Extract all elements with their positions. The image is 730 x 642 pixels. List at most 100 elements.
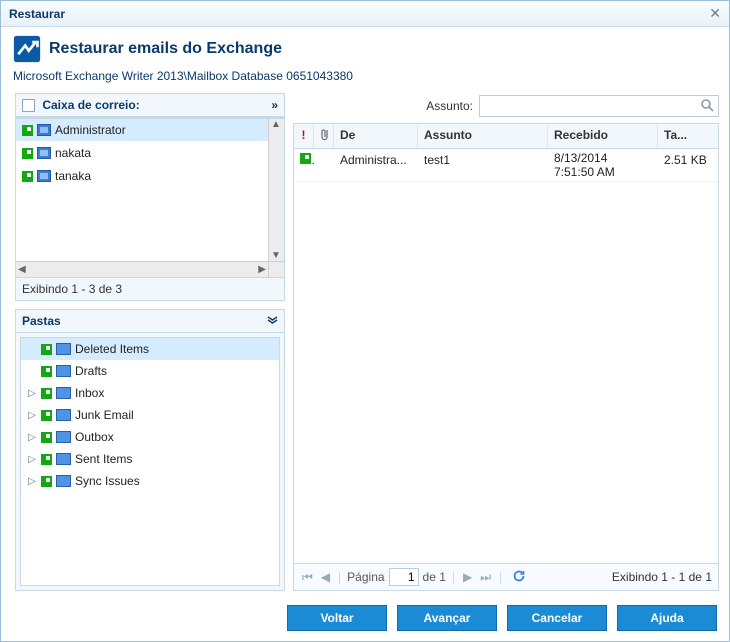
- col-attach[interactable]: [314, 124, 334, 148]
- cell-from: Administra...: [334, 149, 418, 181]
- search-label: Assunto:: [293, 99, 473, 113]
- title-bar: Restaurar ✕: [1, 1, 729, 27]
- mailbox-item-label: nakata: [55, 146, 91, 160]
- expand-tree-icon[interactable]: ▷: [27, 410, 37, 421]
- cancel-button[interactable]: Cancelar: [507, 605, 607, 631]
- search-icon[interactable]: [700, 98, 714, 115]
- folder-item-label: Inbox: [75, 386, 104, 400]
- cell-flag: [294, 149, 314, 181]
- search-input[interactable]: [484, 98, 700, 114]
- col-subject[interactable]: Assunto: [418, 124, 548, 148]
- last-page-icon[interactable]: ⏭: [478, 570, 493, 585]
- mailbox-expand-icon[interactable]: »: [271, 98, 278, 112]
- status-square-icon: [41, 432, 52, 443]
- mailbox-select-all-checkbox[interactable]: [22, 99, 35, 112]
- header-block: Restaurar emails do Exchange Microsoft E…: [1, 27, 729, 89]
- paging-status: Exibindo 1 - 1 de 1: [612, 570, 712, 584]
- status-square-icon: [300, 153, 311, 164]
- mailbox-panel-header: Caixa de correio: »: [16, 94, 284, 117]
- status-square-icon: [41, 366, 52, 377]
- col-size[interactable]: Ta...: [658, 124, 718, 148]
- expand-tree-icon[interactable]: ▷: [27, 388, 37, 399]
- folder-item-label: Outbox: [75, 430, 114, 444]
- status-square-icon: [41, 410, 52, 421]
- first-page-icon[interactable]: ⏮: [300, 570, 315, 585]
- body: Caixa de correio: » Administrator nakata t…: [1, 89, 729, 595]
- mailbox-icon: [37, 147, 51, 159]
- folder-item[interactable]: Deleted Items: [21, 338, 279, 360]
- next-button[interactable]: Avançar: [397, 605, 497, 631]
- folder-item[interactable]: Drafts: [21, 360, 279, 382]
- close-icon[interactable]: ✕: [709, 5, 721, 22]
- folder-item[interactable]: ▷ Inbox: [21, 382, 279, 404]
- search-row: Assunto:: [293, 93, 719, 123]
- folder-icon: [56, 365, 71, 377]
- horizontal-scrollbar[interactable]: ◀▶: [16, 261, 268, 277]
- table-row[interactable]: Administra...test18/13/20147:51:50 AM2.5…: [294, 149, 718, 182]
- grid-body: Administra...test18/13/20147:51:50 AM2.5…: [294, 149, 718, 563]
- status-square-icon: [41, 476, 52, 487]
- paging-controls: ⏮ ◀ | Página de 1 | ▶ ⏭ |: [300, 568, 530, 586]
- page-of-label: de 1: [423, 570, 446, 584]
- cell-received: 8/13/20147:51:50 AM: [548, 149, 658, 181]
- mailbox-item[interactable]: nakata: [16, 142, 268, 165]
- page-label: Página: [347, 570, 384, 584]
- mailbox-status: Exibindo 1 - 3 de 3: [15, 278, 285, 301]
- mailbox-item[interactable]: Administrator: [16, 119, 268, 142]
- expand-tree-icon[interactable]: ▷: [27, 454, 37, 465]
- mailbox-panel: Caixa de correio: »: [15, 93, 285, 118]
- col-from[interactable]: De: [334, 124, 418, 148]
- page-input[interactable]: [389, 568, 419, 586]
- folder-icon: [56, 453, 71, 465]
- grid-header: ! De Assunto Recebido Ta...: [294, 124, 718, 149]
- status-square-icon: [41, 388, 52, 399]
- back-button[interactable]: Voltar: [287, 605, 387, 631]
- refresh-icon[interactable]: [508, 569, 530, 586]
- restore-dialog: Restaurar ✕ Restaurar emails do Exchange…: [0, 0, 730, 642]
- footer: Voltar Avançar Cancelar Ajuda: [1, 595, 729, 641]
- mailbox-icon: [37, 124, 51, 136]
- search-box[interactable]: [479, 95, 719, 117]
- importance-icon: !: [302, 128, 306, 142]
- mailbox-item[interactable]: tanaka: [16, 165, 268, 188]
- page-heading: Restaurar emails do Exchange: [49, 40, 282, 58]
- scroll-corner: [268, 261, 284, 277]
- status-square-icon: [22, 125, 33, 136]
- folder-item[interactable]: ▷Junk Email: [21, 404, 279, 426]
- folder-icon: [56, 475, 71, 487]
- status-square-icon: [41, 344, 52, 355]
- folder-icon: [56, 387, 71, 399]
- mailbox-panel-label: Caixa de correio:: [22, 98, 140, 112]
- expand-tree-icon[interactable]: ▷: [27, 432, 37, 443]
- folders-collapse-icon[interactable]: [267, 314, 278, 328]
- folders-panel-label: Pastas: [22, 314, 61, 328]
- paging-bar: ⏮ ◀ | Página de 1 | ▶ ⏭ | Exibindo 1 - 1…: [293, 564, 719, 591]
- status-square-icon: [41, 454, 52, 465]
- folder-item[interactable]: ▷ Sync Issues: [21, 470, 279, 492]
- folder-item-label: Drafts: [75, 364, 107, 378]
- attachment-icon: [320, 130, 331, 144]
- mailbox-item-label: tanaka: [55, 169, 91, 183]
- vertical-scrollbar[interactable]: [268, 119, 284, 261]
- col-flag[interactable]: !: [294, 124, 314, 148]
- exchange-restore-icon: [13, 35, 41, 63]
- folder-icon: [56, 343, 71, 355]
- folder-item-label: Deleted Items: [75, 342, 149, 356]
- help-button[interactable]: Ajuda: [617, 605, 717, 631]
- folder-icon: [56, 409, 71, 421]
- mailbox-icon: [37, 170, 51, 182]
- folder-item[interactable]: ▷Sent Items: [21, 448, 279, 470]
- folders-panel-header: Pastas: [16, 310, 284, 333]
- expand-tree-icon[interactable]: ▷: [27, 476, 37, 487]
- col-received[interactable]: Recebido: [548, 124, 658, 148]
- header-row: Restaurar emails do Exchange: [13, 35, 717, 63]
- folder-icon: [56, 431, 71, 443]
- prev-page-icon[interactable]: ◀: [319, 570, 332, 584]
- cell-subject: test1: [418, 149, 548, 181]
- next-page-icon[interactable]: ▶: [461, 570, 474, 584]
- mailbox-item-label: Administrator: [55, 123, 126, 137]
- folder-item[interactable]: ▷ Outbox: [21, 426, 279, 448]
- folders-list: Deleted ItemsDrafts▷Inbox▷Junk Email▷Out…: [20, 337, 280, 586]
- folder-item-label: Sync Issues: [75, 474, 140, 488]
- folders-panel: Pastas Deleted Items Drafts ▷ Inbox ▷Junk Em…: [15, 309, 285, 591]
